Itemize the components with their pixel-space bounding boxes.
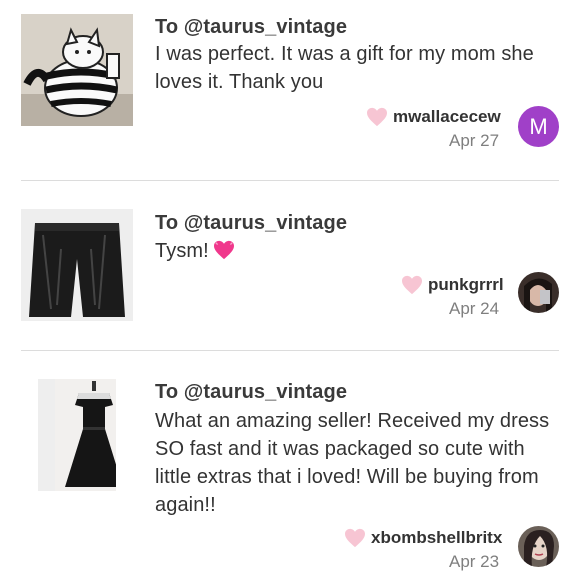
review-recipient: To @taurus_vintage [155, 212, 348, 234]
avatar[interactable]: M [518, 106, 559, 147]
avatar[interactable] [518, 526, 559, 567]
item-thumbnail-black-dress[interactable] [38, 379, 116, 491]
review-recipient: To @taurus_vintage [155, 16, 348, 38]
heart-icon[interactable] [366, 107, 388, 127]
review-recipient: To @taurus_vintage [155, 381, 348, 403]
reviewer-username[interactable]: mwallacecew [393, 107, 501, 127]
review-date: Apr 23 [449, 552, 500, 571]
reviewer-username[interactable]: xbombshellbritx [371, 528, 502, 548]
review-message: What an amazing seller! Received my dres… [155, 410, 550, 516]
review-date: Apr 27 [449, 131, 500, 150]
review-item: To @taurus_vintage What an amazing selle… [0, 351, 579, 580]
heart-icon[interactable] [401, 275, 423, 295]
heart-icon[interactable] [344, 528, 366, 548]
review-message: I was perfect. It was a gift for my mom … [155, 43, 534, 93]
review-date: Apr 24 [449, 299, 500, 318]
pink-heart-emoji-icon [213, 240, 234, 260]
review-item: To @taurus_vintage I was perfect. It was… [0, 0, 579, 180]
review-message: Tysm! [155, 237, 565, 265]
review-item: To @taurus_vintage Tysm! punkgrrrl Apr 2… [0, 181, 579, 351]
avatar[interactable] [518, 272, 559, 313]
avatar-letter: M [529, 113, 548, 139]
item-thumbnail-cat-teapot[interactable] [21, 14, 133, 126]
review-message-text: Tysm! [155, 240, 209, 262]
item-thumbnail-black-pants[interactable] [21, 209, 133, 321]
reviewer-username[interactable]: punkgrrrl [428, 275, 504, 295]
